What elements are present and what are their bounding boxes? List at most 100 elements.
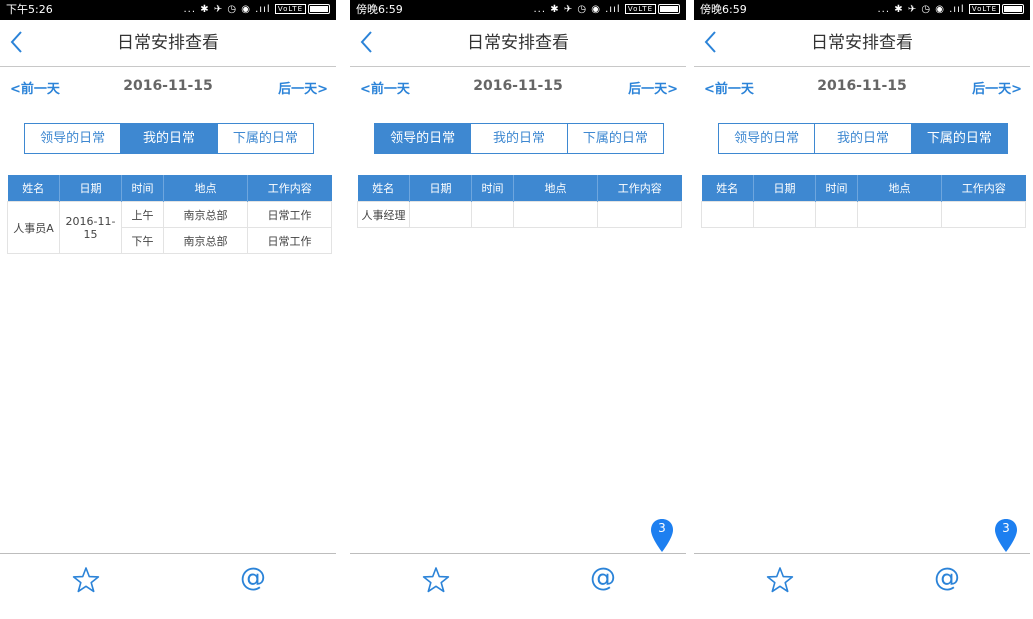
table-header-row: 姓名 日期 时间 地点 工作内容 xyxy=(357,175,682,202)
battery-icon xyxy=(1002,4,1024,14)
column-header: 地点 xyxy=(857,175,942,202)
cell-date xyxy=(409,201,472,228)
table-row[interactable]: 人事经理 xyxy=(357,201,682,228)
table-header-row: 姓名 日期 时间 地点 工作内容 xyxy=(701,175,1026,202)
battery-icon xyxy=(658,4,680,14)
day-navigation: <前一天 2016-11-15 后一天> xyxy=(0,78,336,98)
title-bar: 日常安排查看 xyxy=(0,20,336,67)
status-bar: 下午5:26 ... ✱ ✈ ◷ ◉ .ııl VoLTE xyxy=(0,0,336,20)
title-bar: 日常安排查看 xyxy=(350,20,686,67)
column-header: 日期 xyxy=(59,175,122,202)
cell-place: 南京总部 xyxy=(163,227,248,254)
tab-leader-schedule[interactable]: 领导的日常 xyxy=(375,124,472,153)
column-header: 姓名 xyxy=(701,175,754,202)
badge-count: 3 xyxy=(1002,521,1010,535)
volte-badge: VoLTE xyxy=(968,4,1000,14)
volte-badge: VoLTE xyxy=(274,4,306,14)
cell-time: 下午 xyxy=(121,227,164,254)
volte-badge: VoLTE xyxy=(624,4,656,14)
tab-my-schedule[interactable]: 我的日常 xyxy=(815,124,912,153)
next-day-link[interactable]: 后一天> xyxy=(972,78,1022,97)
badge-count: 3 xyxy=(658,521,666,535)
table-row[interactable] xyxy=(701,201,1026,228)
mention-icon[interactable]: @ xyxy=(590,562,616,594)
signal-icons: ... ✱ ✈ ◷ ◉ .ııl xyxy=(533,4,621,15)
column-header: 地点 xyxy=(163,175,248,202)
cell-place xyxy=(513,201,598,228)
bottom-toolbar: @ xyxy=(694,553,1030,619)
signal-icons: ... ✱ ✈ ◷ ◉ .ııl xyxy=(183,4,271,15)
day-navigation: <前一天 2016-11-15 后一天> xyxy=(350,78,686,98)
page-title: 日常安排查看 xyxy=(811,33,913,53)
tab-subordinate-schedule[interactable]: 下属的日常 xyxy=(911,124,1007,153)
tab-subordinate-schedule[interactable]: 下属的日常 xyxy=(567,124,663,153)
cell-name: 人事经理 xyxy=(357,201,410,228)
mention-icon[interactable]: @ xyxy=(934,562,960,594)
notification-badge[interactable]: 3 xyxy=(994,518,1018,554)
tab-my-schedule[interactable]: 我的日常 xyxy=(121,124,218,153)
star-icon[interactable] xyxy=(766,566,794,594)
cell-date xyxy=(753,201,816,228)
cell-work xyxy=(941,201,1026,228)
phone-screen: 傍晚6:59 ... ✱ ✈ ◷ ◉ .ııl VoLTE 日常安排查看 <前一天 20… xyxy=(694,0,1030,619)
column-header: 时间 xyxy=(815,175,858,202)
cell-work xyxy=(597,201,682,228)
cell-time: 上午 xyxy=(121,201,164,228)
status-time: 傍晚6:59 xyxy=(700,3,747,16)
tab-subordinate-schedule[interactable]: 下属的日常 xyxy=(217,124,313,153)
schedule-table: 姓名 日期 时间 地点 工作内容 xyxy=(701,175,1026,228)
cell-work: 日常工作 xyxy=(247,201,332,228)
column-header: 姓名 xyxy=(357,175,410,202)
column-header: 工作内容 xyxy=(941,175,1026,202)
status-icons: ... ✱ ✈ ◷ ◉ .ııl VoLTE xyxy=(877,0,1024,20)
title-bar: 日常安排查看 xyxy=(694,20,1030,67)
status-time: 傍晚6:59 xyxy=(356,3,403,16)
column-header: 地点 xyxy=(513,175,598,202)
table-header-row: 姓名 日期 时间 地点 工作内容 xyxy=(7,175,332,202)
phone-screen: 下午5:26 ... ✱ ✈ ◷ ◉ .ııl VoLTE 日常安排查看 <前一天 20… xyxy=(0,0,336,619)
cell-date: 2016-11-15 xyxy=(59,201,122,254)
cell-place: 南京总部 xyxy=(163,201,248,228)
column-header: 工作内容 xyxy=(247,175,332,202)
star-icon[interactable] xyxy=(422,566,450,594)
column-header: 时间 xyxy=(121,175,164,202)
status-bar: 傍晚6:59 ... ✱ ✈ ◷ ◉ .ııl VoLTE xyxy=(350,0,686,20)
status-bar: 傍晚6:59 ... ✱ ✈ ◷ ◉ .ııl VoLTE xyxy=(694,0,1030,20)
column-header: 时间 xyxy=(471,175,514,202)
tab-my-schedule[interactable]: 我的日常 xyxy=(471,124,568,153)
bottom-toolbar: @ xyxy=(350,553,686,619)
cell-name xyxy=(701,201,754,228)
status-time: 下午5:26 xyxy=(6,3,53,16)
next-day-link[interactable]: 后一天> xyxy=(278,78,328,97)
column-header: 姓名 xyxy=(7,175,60,202)
page-title: 日常安排查看 xyxy=(117,33,219,53)
signal-icons: ... ✱ ✈ ◷ ◉ .ııl xyxy=(877,4,965,15)
cell-name: 人事员A xyxy=(7,201,60,254)
schedule-table: 姓名 日期 时间 地点 工作内容 人事经理 xyxy=(357,175,682,228)
mention-icon[interactable]: @ xyxy=(240,562,266,594)
table-row[interactable]: 人事员A 2016-11-15 上午 南京总部 日常工作 xyxy=(7,201,332,254)
cell-time xyxy=(815,201,858,228)
page-title: 日常安排查看 xyxy=(467,33,569,53)
battery-icon xyxy=(308,4,330,14)
status-icons: ... ✱ ✈ ◷ ◉ .ııl VoLTE xyxy=(183,0,330,20)
tab-leader-schedule[interactable]: 领导的日常 xyxy=(25,124,122,153)
tab-leader-schedule[interactable]: 领导的日常 xyxy=(719,124,816,153)
column-header: 日期 xyxy=(753,175,816,202)
phone-screen: 傍晚6:59 ... ✱ ✈ ◷ ◉ .ııl VoLTE 日常安排查看 <前一天 20… xyxy=(350,0,686,619)
status-icons: ... ✱ ✈ ◷ ◉ .ııl VoLTE xyxy=(533,0,680,20)
cell-time xyxy=(471,201,514,228)
column-header: 日期 xyxy=(409,175,472,202)
cell-work: 日常工作 xyxy=(247,227,332,254)
notification-badge[interactable]: 3 xyxy=(650,518,674,554)
star-icon[interactable] xyxy=(72,566,100,594)
column-header: 工作内容 xyxy=(597,175,682,202)
schedule-tabs: 领导的日常 我的日常 下属的日常 xyxy=(374,123,664,154)
cell-place xyxy=(857,201,942,228)
schedule-tabs: 领导的日常 我的日常 下属的日常 xyxy=(718,123,1008,154)
schedule-table: 姓名 日期 时间 地点 工作内容 人事员A 2016-11-15 上午 南京总部 日常工作 下午 南京… xyxy=(7,175,332,254)
next-day-link[interactable]: 后一天> xyxy=(628,78,678,97)
schedule-tabs: 领导的日常 我的日常 下属的日常 xyxy=(24,123,314,154)
day-navigation: <前一天 2016-11-15 后一天> xyxy=(694,78,1030,98)
bottom-toolbar: @ xyxy=(0,553,336,619)
